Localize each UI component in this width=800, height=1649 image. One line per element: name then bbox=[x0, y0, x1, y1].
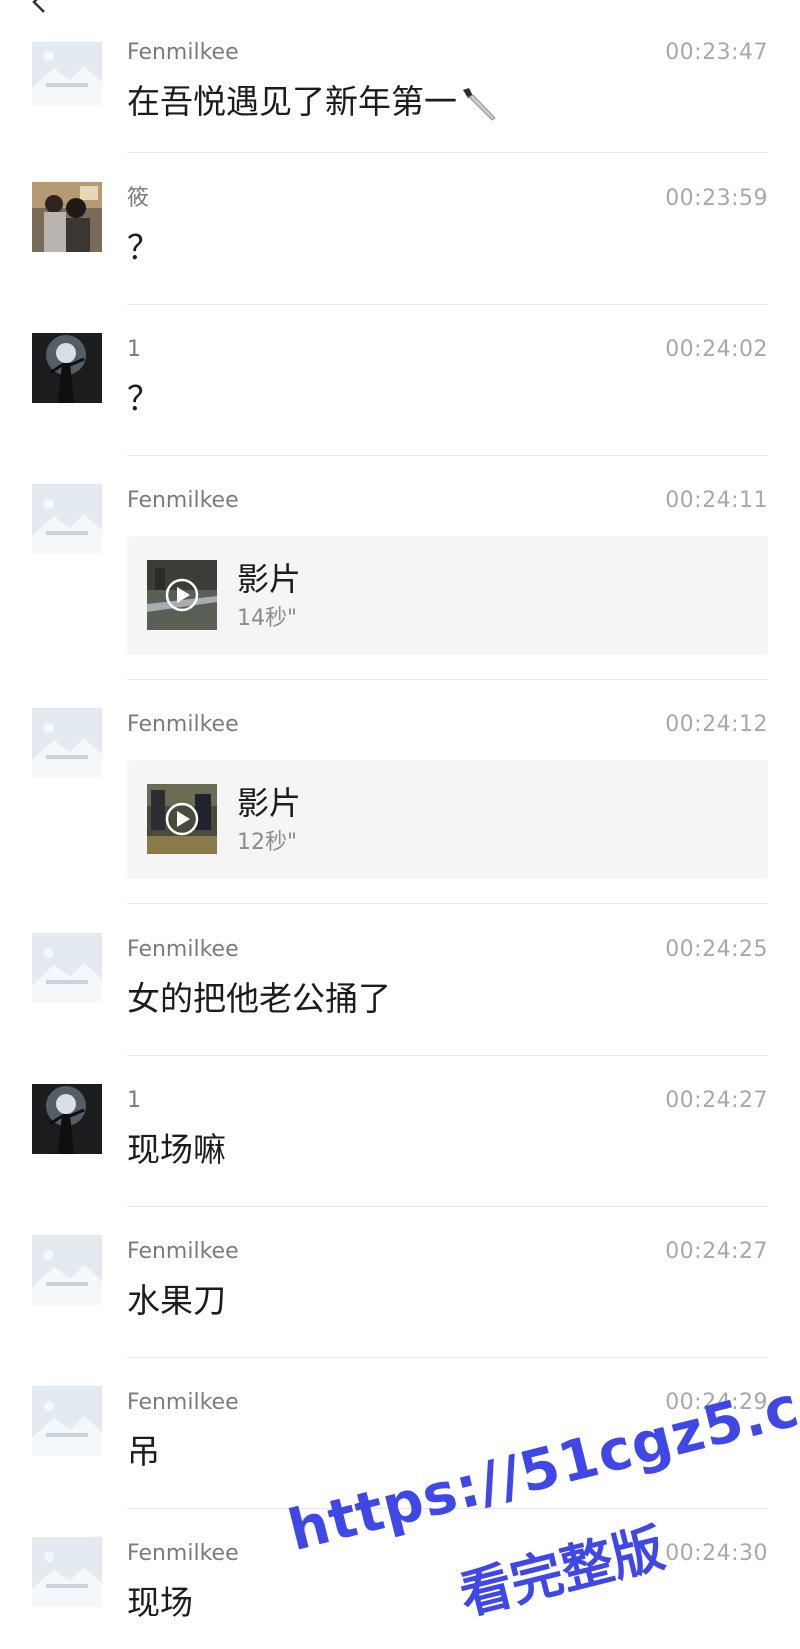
divider bbox=[127, 1206, 768, 1207]
sender-name: Fenmilkee bbox=[127, 1239, 239, 1264]
video-thumbnail[interactable] bbox=[147, 784, 217, 854]
message-text: 水果刀 bbox=[127, 1281, 226, 1320]
avatar[interactable] bbox=[32, 1537, 102, 1607]
message-text: 在吾悦遇见了新年第一 bbox=[127, 82, 499, 124]
avatar[interactable] bbox=[32, 36, 102, 106]
video-thumbnail-image bbox=[147, 784, 217, 854]
video-thumbnail-image bbox=[147, 560, 217, 630]
video-card[interactable]: 影片 12秒" bbox=[127, 760, 768, 879]
avatar[interactable] bbox=[32, 1235, 102, 1305]
image-placeholder-icon bbox=[32, 484, 102, 554]
message-text: 现场嘛 bbox=[127, 1130, 226, 1169]
timestamp: 00:24:02 bbox=[665, 337, 768, 362]
watermark-url: https://51cgz5.com bbox=[282, 1350, 800, 1565]
image-placeholder-icon bbox=[32, 933, 102, 1003]
avatar[interactable] bbox=[32, 333, 102, 403]
watermark: https://51cgz5.com 看完整版 bbox=[282, 1350, 800, 1649]
sender-name: Fenmilkee bbox=[127, 937, 239, 962]
photo-avatar-icon bbox=[32, 333, 102, 403]
divider bbox=[127, 1508, 768, 1509]
back-button[interactable] bbox=[22, 0, 62, 26]
divider bbox=[127, 304, 768, 305]
timestamp: 00:24:29 bbox=[665, 1390, 768, 1415]
message-text: 现场 bbox=[127, 1583, 193, 1622]
image-placeholder-icon bbox=[32, 36, 102, 106]
video-thumbnail[interactable] bbox=[147, 560, 217, 630]
video-card[interactable]: 影片 14秒" bbox=[127, 536, 768, 655]
timestamp: 00:23:47 bbox=[665, 40, 768, 65]
avatar[interactable] bbox=[32, 1386, 102, 1456]
sender-name: 1 bbox=[127, 1088, 141, 1113]
chevron-left-icon bbox=[32, 0, 45, 13]
divider bbox=[127, 1055, 768, 1056]
timestamp: 00:24:12 bbox=[665, 712, 768, 737]
timestamp: 00:24:25 bbox=[665, 937, 768, 962]
timestamp: 00:23:59 bbox=[665, 186, 768, 211]
sender-name: Fenmilkee bbox=[127, 1541, 239, 1566]
message-text: ？ bbox=[127, 379, 160, 418]
watermark-caption: 看完整版 bbox=[454, 1518, 671, 1627]
top-bar bbox=[0, 0, 800, 42]
avatar[interactable] bbox=[32, 933, 102, 1003]
image-placeholder-icon bbox=[32, 708, 102, 778]
image-placeholder-icon bbox=[32, 1386, 102, 1456]
avatar[interactable] bbox=[32, 484, 102, 554]
divider bbox=[127, 1357, 768, 1358]
video-title: 影片 bbox=[237, 784, 302, 822]
timestamp: 00:24:27 bbox=[665, 1088, 768, 1113]
message-text-content: 在吾悦遇见了新年第一 bbox=[127, 82, 457, 121]
avatar[interactable] bbox=[32, 708, 102, 778]
sender-name: Fenmilkee bbox=[127, 488, 239, 513]
avatar[interactable] bbox=[32, 1084, 102, 1154]
avatar[interactable] bbox=[32, 182, 102, 252]
timestamp: 00:24:30 bbox=[665, 1541, 768, 1566]
knife-icon bbox=[463, 87, 496, 121]
timestamp: 00:24:11 bbox=[665, 488, 768, 513]
divider bbox=[127, 455, 768, 456]
divider bbox=[127, 903, 768, 904]
message-text: ？ bbox=[127, 228, 160, 267]
video-title: 影片 bbox=[237, 560, 302, 598]
video-duration: 12秒" bbox=[237, 830, 298, 855]
divider bbox=[127, 152, 768, 153]
sender-name: 筱 bbox=[127, 186, 150, 211]
divider bbox=[127, 679, 768, 680]
sender-name: Fenmilkee bbox=[127, 40, 239, 65]
image-placeholder-icon bbox=[32, 1235, 102, 1305]
video-duration: 14秒" bbox=[237, 606, 298, 631]
image-placeholder-icon bbox=[32, 1537, 102, 1607]
photo-avatar-icon bbox=[32, 182, 102, 252]
sender-name: Fenmilkee bbox=[127, 712, 239, 737]
timestamp: 00:24:27 bbox=[665, 1239, 768, 1264]
sender-name: 1 bbox=[127, 337, 141, 362]
photo-avatar-icon bbox=[32, 1084, 102, 1154]
message-text: 吊 bbox=[127, 1432, 160, 1471]
sender-name: Fenmilkee bbox=[127, 1390, 239, 1415]
message-text: 女的把他老公捅了 bbox=[127, 979, 391, 1018]
